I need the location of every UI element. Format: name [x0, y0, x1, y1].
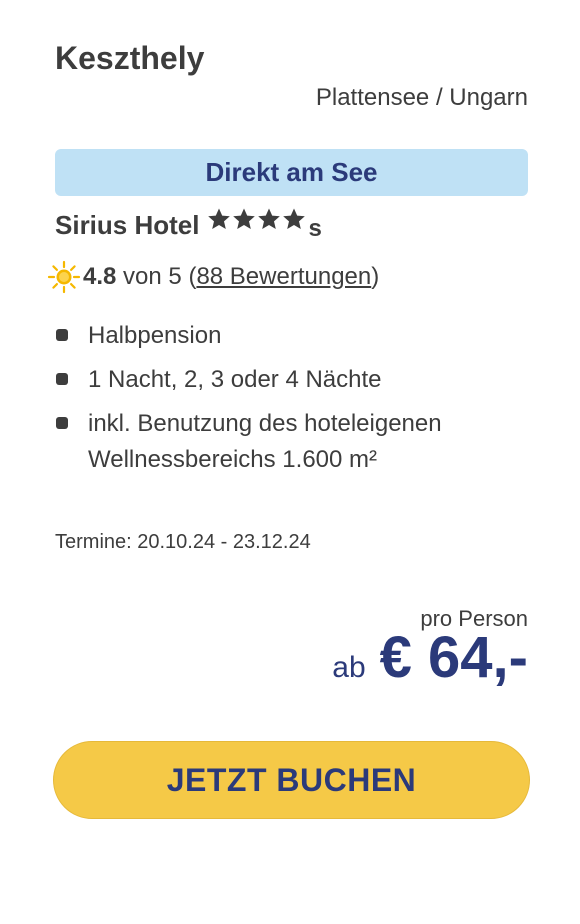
star-icon [258, 208, 281, 229]
rating-paren-open: ( [188, 263, 197, 290]
book-now-label: JETZT BUCHEN [166, 761, 417, 798]
location-badge: Direkt am See [55, 149, 528, 196]
hotel-heading: Sirius Hotel s [55, 207, 322, 243]
price-prefix: ab [332, 651, 366, 684]
rating-score: 4.8 [83, 263, 117, 290]
feature-text: 1 Nacht, 2, 3 oder 4 Nächte [88, 366, 382, 393]
feature-text: inkl. Benutzung des hoteleigenen Wellnes… [88, 410, 442, 473]
book-now-button[interactable]: JETZT BUCHEN [53, 741, 530, 819]
reviews-link[interactable]: 88 Bewertungen [196, 263, 371, 291]
stars-suffix: s [308, 215, 322, 242]
feature-text: Halbpension [88, 322, 222, 349]
hotel-stars [207, 207, 307, 231]
bullet-icon [56, 373, 68, 385]
bullet-icon [56, 417, 68, 429]
sun-icon [47, 260, 81, 294]
list-item: Halbpension [55, 318, 528, 354]
rating-row: 4.8 von 5 (88 Bewertungen) [47, 260, 379, 294]
star-icon [283, 208, 306, 229]
list-item: inkl. Benutzung des hoteleigenen Wellnes… [55, 406, 528, 478]
rating-scale: von 5 [123, 263, 182, 290]
star-icon [233, 208, 256, 229]
price-amount: € 64,- [379, 625, 528, 690]
travel-dates: Termine: 20.10.24 - 23.12.24 [55, 531, 311, 553]
region-label: Plattensee / Ungarn [315, 84, 528, 111]
star-icon [208, 208, 231, 229]
bullet-icon [56, 329, 68, 341]
price: ab € 64,- [332, 624, 528, 691]
feature-list: Halbpension 1 Nacht, 2, 3 oder 4 Nächte … [55, 318, 528, 486]
location-badge-label: Direkt am See [205, 157, 378, 187]
hotel-name: Sirius Hotel [55, 210, 200, 240]
list-item: 1 Nacht, 2, 3 oder 4 Nächte [55, 362, 528, 398]
rating-paren-close: ) [371, 263, 380, 290]
city-title: Keszthely [55, 40, 205, 76]
